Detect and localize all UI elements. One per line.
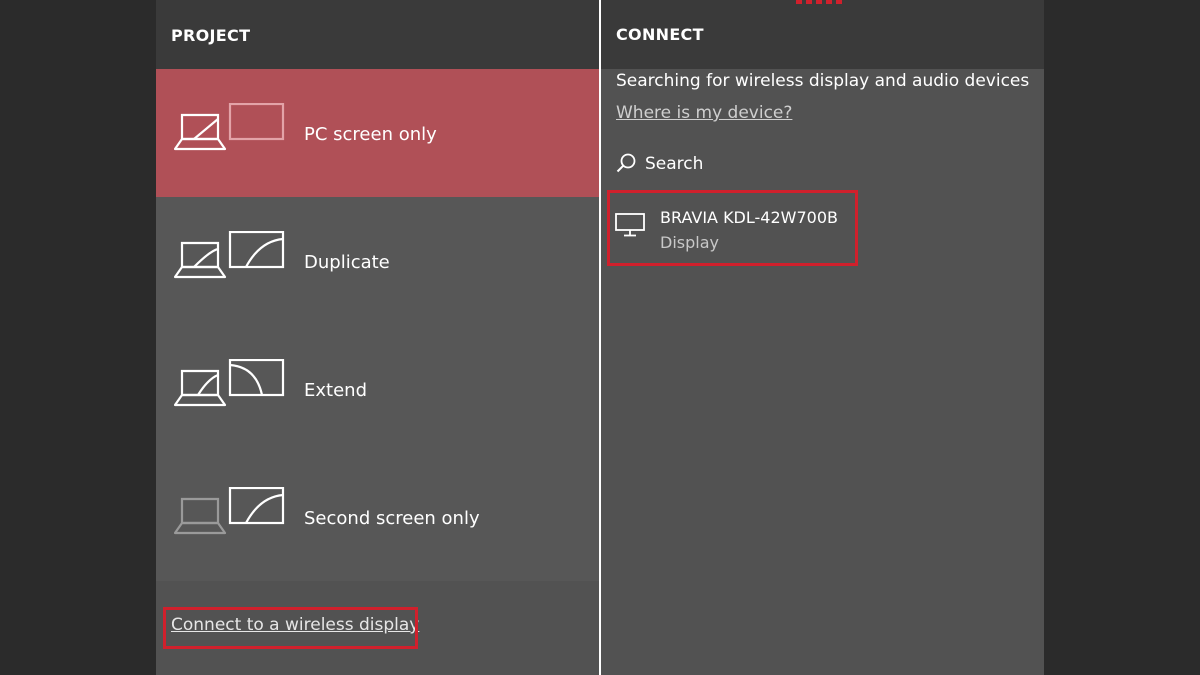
option-second-screen-only[interactable]: Second screen only [156, 453, 599, 581]
progress-dots [796, 0, 844, 4]
progress-dot [816, 0, 822, 4]
search-icon [616, 153, 636, 173]
where-is-my-device-link[interactable]: Where is my device? [616, 103, 792, 123]
progress-dot [826, 0, 832, 4]
second-screen-only-icon [173, 486, 286, 539]
duplicate-icon [173, 230, 286, 283]
extend-icon [173, 358, 286, 411]
option-label: Second screen only [304, 508, 480, 529]
connect-title: CONNECT [616, 25, 704, 44]
option-label: PC screen only [304, 124, 437, 145]
option-extend[interactable]: Extend [156, 325, 599, 453]
option-label: Extend [304, 380, 367, 401]
option-duplicate[interactable]: Duplicate [156, 197, 599, 325]
project-connect-screen: PROJECT PC screen only Duplicate Extend … [0, 0, 1200, 675]
connect-panel: CONNECT Searching for wireless display a… [601, 0, 1044, 675]
project-title: PROJECT [171, 26, 251, 45]
option-label: Duplicate [304, 252, 390, 273]
project-panel: PROJECT PC screen only Duplicate Extend … [156, 0, 599, 675]
searching-status-text: Searching for wireless display and audio… [616, 71, 1030, 91]
pc-screen-only-icon [173, 102, 286, 155]
progress-dot [796, 0, 802, 4]
highlight-box-connect-link [163, 607, 418, 649]
progress-dot [806, 0, 812, 4]
progress-dot [836, 0, 842, 4]
highlight-box-device [607, 190, 858, 266]
option-pc-screen-only[interactable]: PC screen only [156, 69, 599, 197]
search-label: Search [645, 154, 704, 174]
